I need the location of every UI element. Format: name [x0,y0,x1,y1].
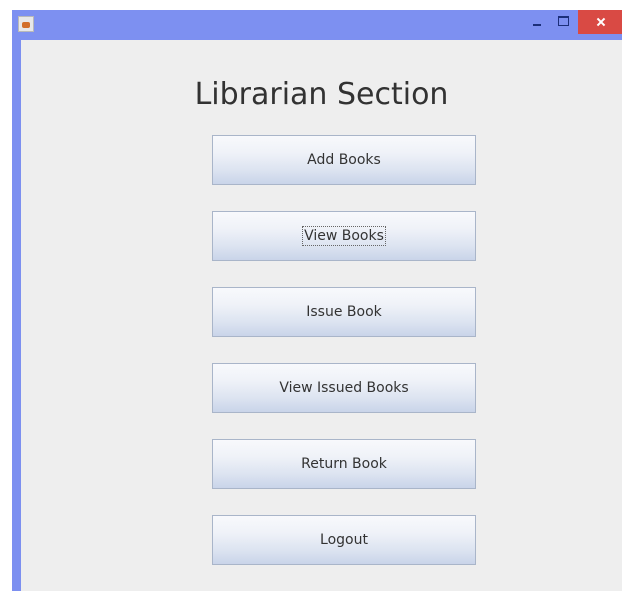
minimize-button[interactable] [524,10,550,34]
view-issued-books-label: View Issued Books [279,380,409,396]
close-button[interactable] [578,10,622,34]
java-app-icon[interactable] [18,16,34,32]
librarian-panel: Librarian Section Add Books View Books I… [21,40,622,591]
add-books-button[interactable]: Add Books [212,135,476,185]
add-books-label: Add Books [307,152,381,168]
title-bar[interactable] [12,10,622,40]
view-books-label: View Books [302,226,386,246]
logout-button[interactable]: Logout [212,515,476,565]
app-window: Librarian Section Add Books View Books I… [12,10,622,591]
issue-book-button[interactable]: Issue Book [212,287,476,337]
maximize-button[interactable] [551,10,576,34]
view-issued-books-button[interactable]: View Issued Books [212,363,476,413]
return-book-label: Return Book [301,456,387,472]
logout-label: Logout [320,532,368,548]
view-books-button[interactable]: View Books [212,211,476,261]
issue-book-label: Issue Book [306,304,382,320]
return-book-button[interactable]: Return Book [212,439,476,489]
page-title: Librarian Section [194,77,449,112]
